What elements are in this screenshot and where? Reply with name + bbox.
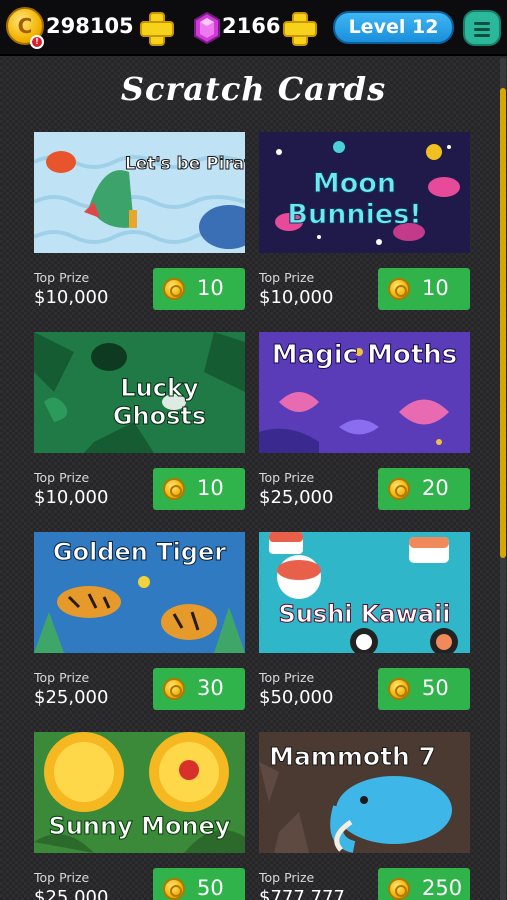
coin-balance: 298105 — [46, 14, 134, 38]
top-prize-value: $25,000 — [259, 487, 334, 508]
card-art[interactable]: Golden Tiger — [34, 532, 245, 653]
top-prize-label: Top Prize — [34, 470, 90, 485]
top-prize-label: Top Prize — [34, 270, 90, 285]
card-title-text: Mammoth 7 — [269, 742, 437, 772]
top-prize-label: Top Prize — [34, 870, 90, 885]
top-prize-value: $777,777 — [259, 887, 345, 900]
card-art[interactable]: Lucky Ghosts — [34, 332, 245, 453]
card-price: 10 — [197, 276, 224, 300]
scrollbar[interactable] — [500, 58, 506, 900]
notification-badge-icon: ! — [30, 35, 44, 49]
add-coins-button[interactable] — [138, 10, 174, 46]
hamburger-menu-icon — [474, 22, 490, 25]
coin-icon — [163, 478, 185, 500]
card-title-text: Golden Tiger — [52, 538, 227, 567]
card-price: 10 — [422, 276, 449, 300]
card-title-text: Let's be Pirates — [124, 154, 245, 175]
top-prize-label: Top Prize — [259, 670, 315, 685]
card-illustration — [269, 532, 458, 653]
gem-icon — [194, 12, 220, 44]
add-gems-button[interactable] — [281, 10, 317, 46]
coin-icon — [163, 278, 185, 300]
top-prize-label: Top Prize — [259, 870, 315, 885]
card-price: 50 — [197, 876, 224, 900]
top-prize-label: Top Prize — [259, 270, 315, 285]
card-price: 30 — [197, 676, 224, 700]
card-price: 20 — [422, 476, 449, 500]
card-price: 250 — [422, 876, 463, 900]
scrollbar-thumb[interactable] — [500, 88, 506, 558]
top-prize-value: $10,000 — [259, 287, 334, 308]
buy-card-button[interactable]: 250 — [378, 868, 470, 900]
card-title-text: Lucky Ghosts — [112, 374, 207, 431]
card-title-text: Moon Bunnies! — [287, 168, 422, 231]
buy-card-button[interactable]: 30 — [153, 668, 245, 710]
coin-icon — [388, 678, 410, 700]
buy-card-button[interactable]: 50 — [378, 668, 470, 710]
coin-icon — [388, 878, 410, 900]
card-title-text: Sunny Money — [48, 812, 231, 841]
buy-card-button[interactable]: 20 — [378, 468, 470, 510]
buy-card-button[interactable]: 10 — [153, 268, 245, 310]
coin-icon — [388, 278, 410, 300]
card-art[interactable]: Sunny Money — [34, 732, 245, 853]
card-art[interactable]: Moon Bunnies! — [259, 132, 470, 253]
buy-card-button[interactable]: 10 — [153, 468, 245, 510]
card-art[interactable]: Mammoth 7 — [259, 732, 470, 853]
top-prize-value: $10,000 — [34, 487, 109, 508]
card-title-text: Magic Moths — [271, 340, 458, 371]
card-price: 10 — [197, 476, 224, 500]
card-art[interactable]: Magic Moths — [259, 332, 470, 453]
coin-icon — [163, 678, 185, 700]
top-prize-value: $10,000 — [34, 287, 109, 308]
card-art[interactable]: Let's be Pirates — [34, 132, 245, 253]
coin-icon — [388, 478, 410, 500]
buy-card-button[interactable]: 10 — [378, 268, 470, 310]
level-button[interactable]: Level 12 — [333, 11, 454, 44]
hamburger-menu-button[interactable] — [463, 10, 501, 46]
top-prize-label: Top Prize — [259, 470, 315, 485]
card-illustration — [34, 151, 245, 249]
card-art[interactable]: Sushi Kawaii — [259, 532, 470, 653]
top-prize-value: $25,000 — [34, 687, 109, 708]
gem-balance: 2166 — [222, 14, 281, 38]
card-price: 50 — [422, 676, 449, 700]
coin-icon — [163, 878, 185, 900]
top-bar: C ! 298105 2166 Level 12 — [0, 0, 507, 56]
top-prize-value: $25,000 — [34, 887, 109, 900]
page-title: Scratch Cards — [120, 70, 387, 108]
top-prize-label: Top Prize — [34, 670, 90, 685]
card-title-text: Sushi Kawaii — [278, 600, 451, 629]
top-prize-value: $50,000 — [259, 687, 334, 708]
buy-card-button[interactable]: 50 — [153, 868, 245, 900]
